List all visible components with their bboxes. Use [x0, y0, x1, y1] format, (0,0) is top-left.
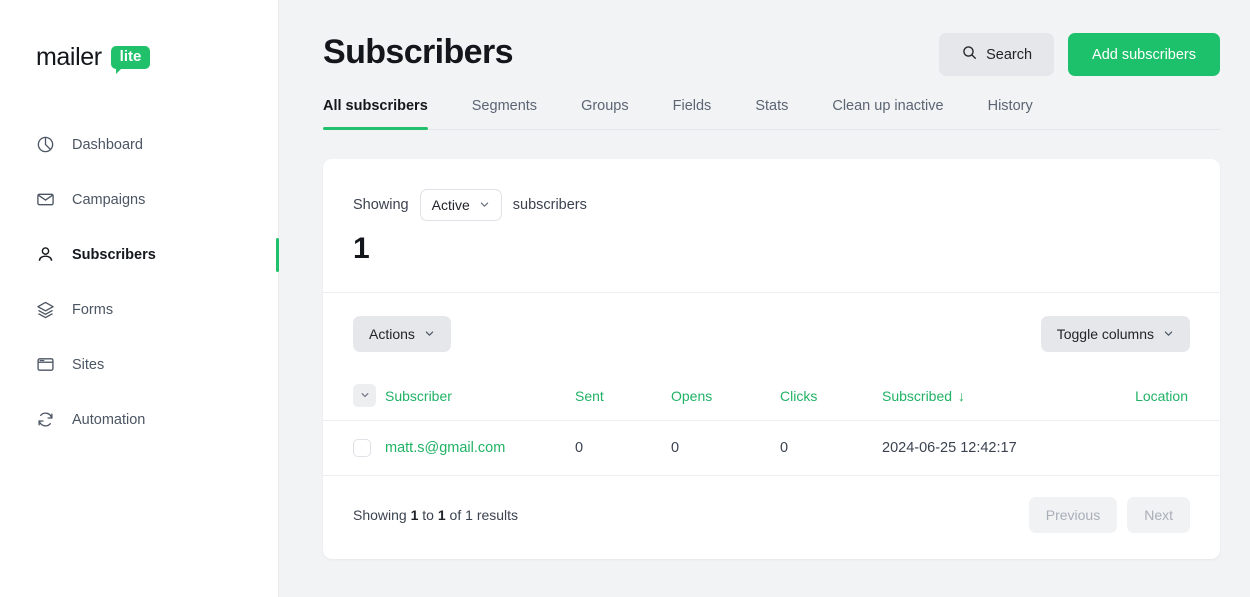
user-icon — [36, 245, 55, 264]
header-actions: Search Add subscribers — [939, 32, 1220, 76]
sidebar-item-label: Campaigns — [72, 191, 146, 208]
brand-word: mailer — [36, 43, 102, 71]
sidebar-item-dashboard[interactable]: Dashboard — [0, 122, 278, 167]
tab-bar: All subscribers Segments Groups Fields S… — [323, 98, 1220, 130]
table-header-row: Subscriber Sent Opens Clicks Subscribed ↓… — [323, 374, 1220, 421]
results-summary: Showing 1 to 1 of 1 results — [353, 507, 518, 523]
cell-subscribed: 2024-06-25 12:42:17 — [882, 420, 1112, 476]
tab-fields[interactable]: Fields — [651, 98, 734, 129]
results-suffix: results — [476, 507, 519, 523]
layers-icon — [36, 300, 55, 319]
status-filter-select[interactable]: Active — [419, 189, 502, 221]
sidebar-item-label: Automation — [72, 411, 146, 428]
refresh-icon — [36, 410, 55, 429]
window-icon — [36, 355, 55, 374]
subscribers-table: Subscriber Sent Opens Clicks Subscribed ↓… — [323, 374, 1220, 476]
tab-clean-up-inactive[interactable]: Clean up inactive — [810, 98, 965, 129]
status-filter-value: Active — [431, 197, 470, 213]
sidebar-item-label: Sites — [72, 356, 105, 373]
search-icon — [961, 44, 978, 65]
cell-clicks: 0 — [780, 420, 882, 476]
column-header-subscribed[interactable]: Subscribed ↓ — [882, 374, 1112, 421]
column-header-subscribed-label: Subscribed — [882, 387, 953, 404]
column-header-location[interactable]: Location — [1112, 374, 1220, 421]
column-header-opens[interactable]: Opens — [671, 374, 780, 421]
add-subscribers-button[interactable]: Add subscribers — [1068, 33, 1220, 76]
tab-groups[interactable]: Groups — [559, 98, 651, 129]
main-content: Subscribers Search Add subscribers All s… — [279, 0, 1250, 597]
toggle-columns-label: Toggle columns — [1056, 326, 1154, 342]
select-all-dropdown-button[interactable] — [353, 384, 376, 407]
row-checkbox[interactable] — [353, 439, 371, 457]
envelope-icon — [36, 190, 55, 209]
subscriber-count: 1 — [353, 232, 370, 265]
showing-prefix-label: Showing — [353, 197, 409, 213]
results-to: 1 — [437, 507, 446, 523]
search-button-label: Search — [986, 46, 1033, 63]
sort-descending-icon: ↓ — [958, 387, 966, 404]
chevron-down-icon — [1163, 326, 1174, 342]
pagination: Previous Next — [1028, 497, 1190, 533]
showing-suffix-label: subscribers — [512, 197, 587, 213]
app-root: mailer lite Dashboard Campaigns Subscrib… — [0, 0, 1250, 597]
sidebar: mailer lite Dashboard Campaigns Subscrib… — [0, 0, 279, 597]
table-footer: Showing 1 to 1 of 1 results Previous Nex… — [323, 476, 1220, 559]
row-select-cell — [323, 420, 385, 476]
table-body: matt.s@gmail.com 0 0 0 2024-06-25 12:42:… — [323, 420, 1220, 476]
tab-stats[interactable]: Stats — [733, 98, 810, 129]
tab-all-subscribers[interactable]: All subscribers — [323, 98, 450, 130]
sidebar-item-campaigns[interactable]: Campaigns — [0, 177, 278, 222]
filter-section: Showing Active subscribers 1 — [323, 159, 1220, 266]
sidebar-item-label: Dashboard — [72, 136, 143, 153]
results-prefix: Showing — [353, 507, 407, 523]
toggle-columns-button[interactable]: Toggle columns — [1040, 316, 1190, 352]
select-all-header — [323, 374, 385, 421]
actions-button[interactable]: Actions — [353, 316, 451, 352]
tab-history[interactable]: History — [966, 98, 1055, 129]
column-header-sent[interactable]: Sent — [575, 374, 671, 421]
sidebar-item-label: Forms — [72, 301, 114, 318]
search-button[interactable]: Search — [939, 33, 1055, 76]
tab-segments[interactable]: Segments — [450, 98, 559, 129]
actions-button-label: Actions — [369, 326, 415, 342]
sidebar-item-label: Subscribers — [72, 246, 156, 263]
pie-chart-icon — [36, 135, 55, 154]
results-total: 1 — [465, 507, 473, 523]
previous-page-button[interactable]: Previous — [1028, 497, 1118, 533]
chevron-down-icon — [479, 197, 490, 213]
subscribers-card: Showing Active subscribers 1 Actions Tog… — [323, 159, 1220, 559]
brand-logo[interactable]: mailer lite — [0, 0, 278, 75]
filter-line: Showing Active subscribers — [353, 189, 1190, 221]
cell-location — [1112, 420, 1220, 476]
next-page-button[interactable]: Next — [1127, 497, 1190, 533]
results-of: of — [449, 507, 462, 523]
page-title: Subscribers — [323, 33, 514, 71]
cell-opens: 0 — [671, 420, 780, 476]
sidebar-nav: Dashboard Campaigns Subscribers Forms Si… — [0, 122, 279, 442]
subscriber-email-link[interactable]: matt.s@gmail.com — [385, 440, 505, 456]
page-header: Subscribers Search Add subscribers — [323, 0, 1220, 76]
chevron-down-icon — [360, 388, 370, 403]
chevron-down-icon — [424, 326, 435, 342]
column-header-clicks[interactable]: Clicks — [780, 374, 882, 421]
results-from: 1 — [410, 507, 419, 523]
sidebar-item-forms[interactable]: Forms — [0, 287, 278, 332]
cell-sent: 0 — [575, 420, 671, 476]
sidebar-item-sites[interactable]: Sites — [0, 342, 278, 387]
results-mid: to — [422, 507, 434, 523]
table-toolbar: Actions Toggle columns — [323, 293, 1220, 352]
cell-subscriber: matt.s@gmail.com — [385, 420, 575, 476]
table-header: Subscriber Sent Opens Clicks Subscribed ↓… — [323, 374, 1220, 421]
brand-badge: lite — [110, 45, 151, 75]
column-header-subscriber[interactable]: Subscriber — [385, 374, 575, 421]
table-row: matt.s@gmail.com 0 0 0 2024-06-25 12:42:… — [323, 420, 1220, 476]
sidebar-item-subscribers[interactable]: Subscribers — [0, 232, 279, 277]
sidebar-item-automation[interactable]: Automation — [0, 397, 278, 442]
